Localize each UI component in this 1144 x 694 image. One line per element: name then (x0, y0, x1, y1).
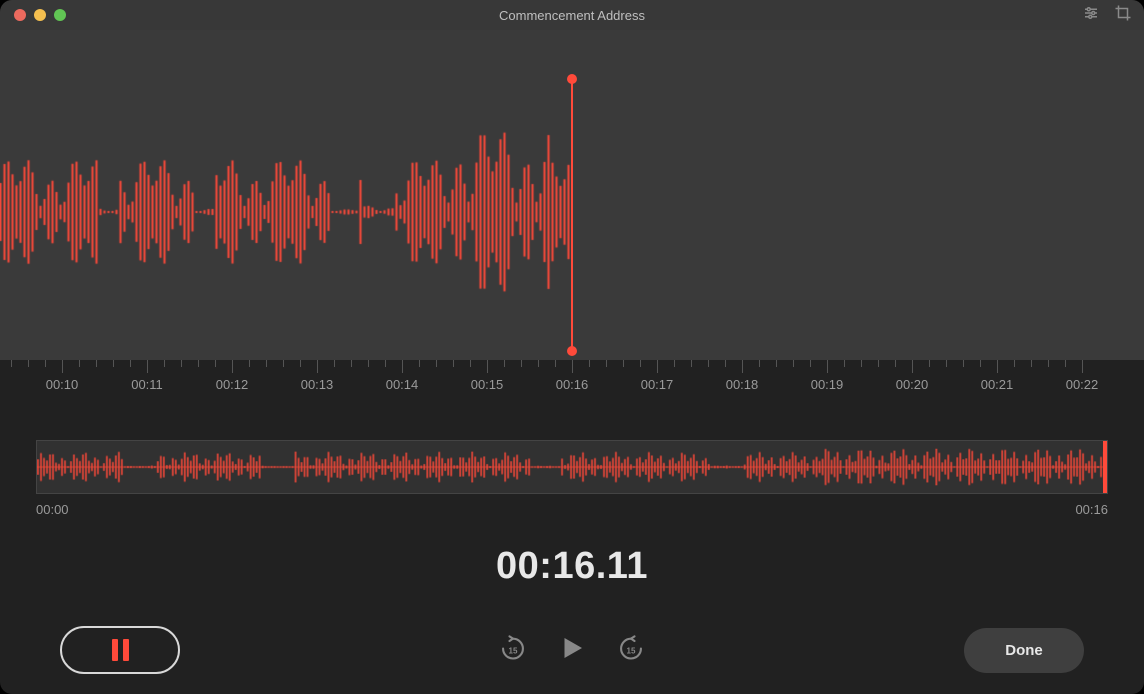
ruler-label: 00:16 (556, 377, 589, 392)
overview-times: 00:00 00:16 (36, 502, 1108, 517)
playback-controls: 15 15 (499, 632, 645, 669)
ruler-label: 00:22 (1066, 377, 1099, 392)
playhead-handle-bottom[interactable] (567, 346, 577, 356)
ruler-label: 00:21 (981, 377, 1014, 392)
done-button[interactable]: Done (964, 628, 1084, 673)
playhead-handle-top[interactable] (567, 74, 577, 84)
titlebar: Commencement Address (0, 0, 1144, 30)
ruler-label: 00:14 (386, 377, 419, 392)
settings-icon[interactable] (1082, 4, 1100, 27)
pause-icon (112, 639, 129, 661)
skip-back-button[interactable]: 15 (499, 634, 527, 667)
app-window: Commencement Address 00:1000: (0, 0, 1144, 694)
timeline-ruler[interactable]: 00:10 00:11 00:12 00:13 00:14 00:15 00:16 00:17… (0, 360, 1144, 400)
play-button[interactable] (557, 632, 587, 669)
waveform-overview[interactable] (36, 440, 1108, 494)
waveform-zoomed[interactable] (0, 30, 1144, 360)
window-title: Commencement Address (499, 8, 645, 23)
trim-icon[interactable] (1114, 4, 1132, 27)
skip-forward-label: 15 (627, 646, 636, 655)
overview-start-time: 00:00 (36, 502, 69, 517)
ruler-label: 00:12 (216, 377, 249, 392)
titlebar-tools (1082, 4, 1132, 27)
ruler-label: 00:13 (301, 377, 334, 392)
minimize-button[interactable] (34, 9, 46, 21)
close-button[interactable] (14, 9, 26, 21)
ruler-label: 00:20 (896, 377, 929, 392)
fullscreen-button[interactable] (54, 9, 66, 21)
skip-forward-button[interactable]: 15 (617, 634, 645, 667)
playhead[interactable] (571, 78, 573, 352)
ruler-label: 00:10 (46, 377, 79, 392)
ruler-label: 00:11 (131, 377, 163, 392)
transport-controls: 15 15 Done (0, 626, 1144, 674)
current-time-display: 00:16.11 (0, 545, 1144, 588)
ruler-label: 00:15 (471, 377, 504, 392)
ruler-label: 00:18 (726, 377, 759, 392)
ruler-label: 00:19 (811, 377, 844, 392)
waveform-overview-container: 00:00 00:16 (36, 440, 1108, 517)
skip-back-label: 15 (509, 646, 518, 655)
window-controls (0, 9, 66, 21)
pause-button[interactable] (60, 626, 180, 674)
ruler-label: 00:17 (641, 377, 674, 392)
overview-playhead[interactable] (1103, 440, 1107, 494)
overview-end-time: 00:16 (1075, 502, 1108, 517)
